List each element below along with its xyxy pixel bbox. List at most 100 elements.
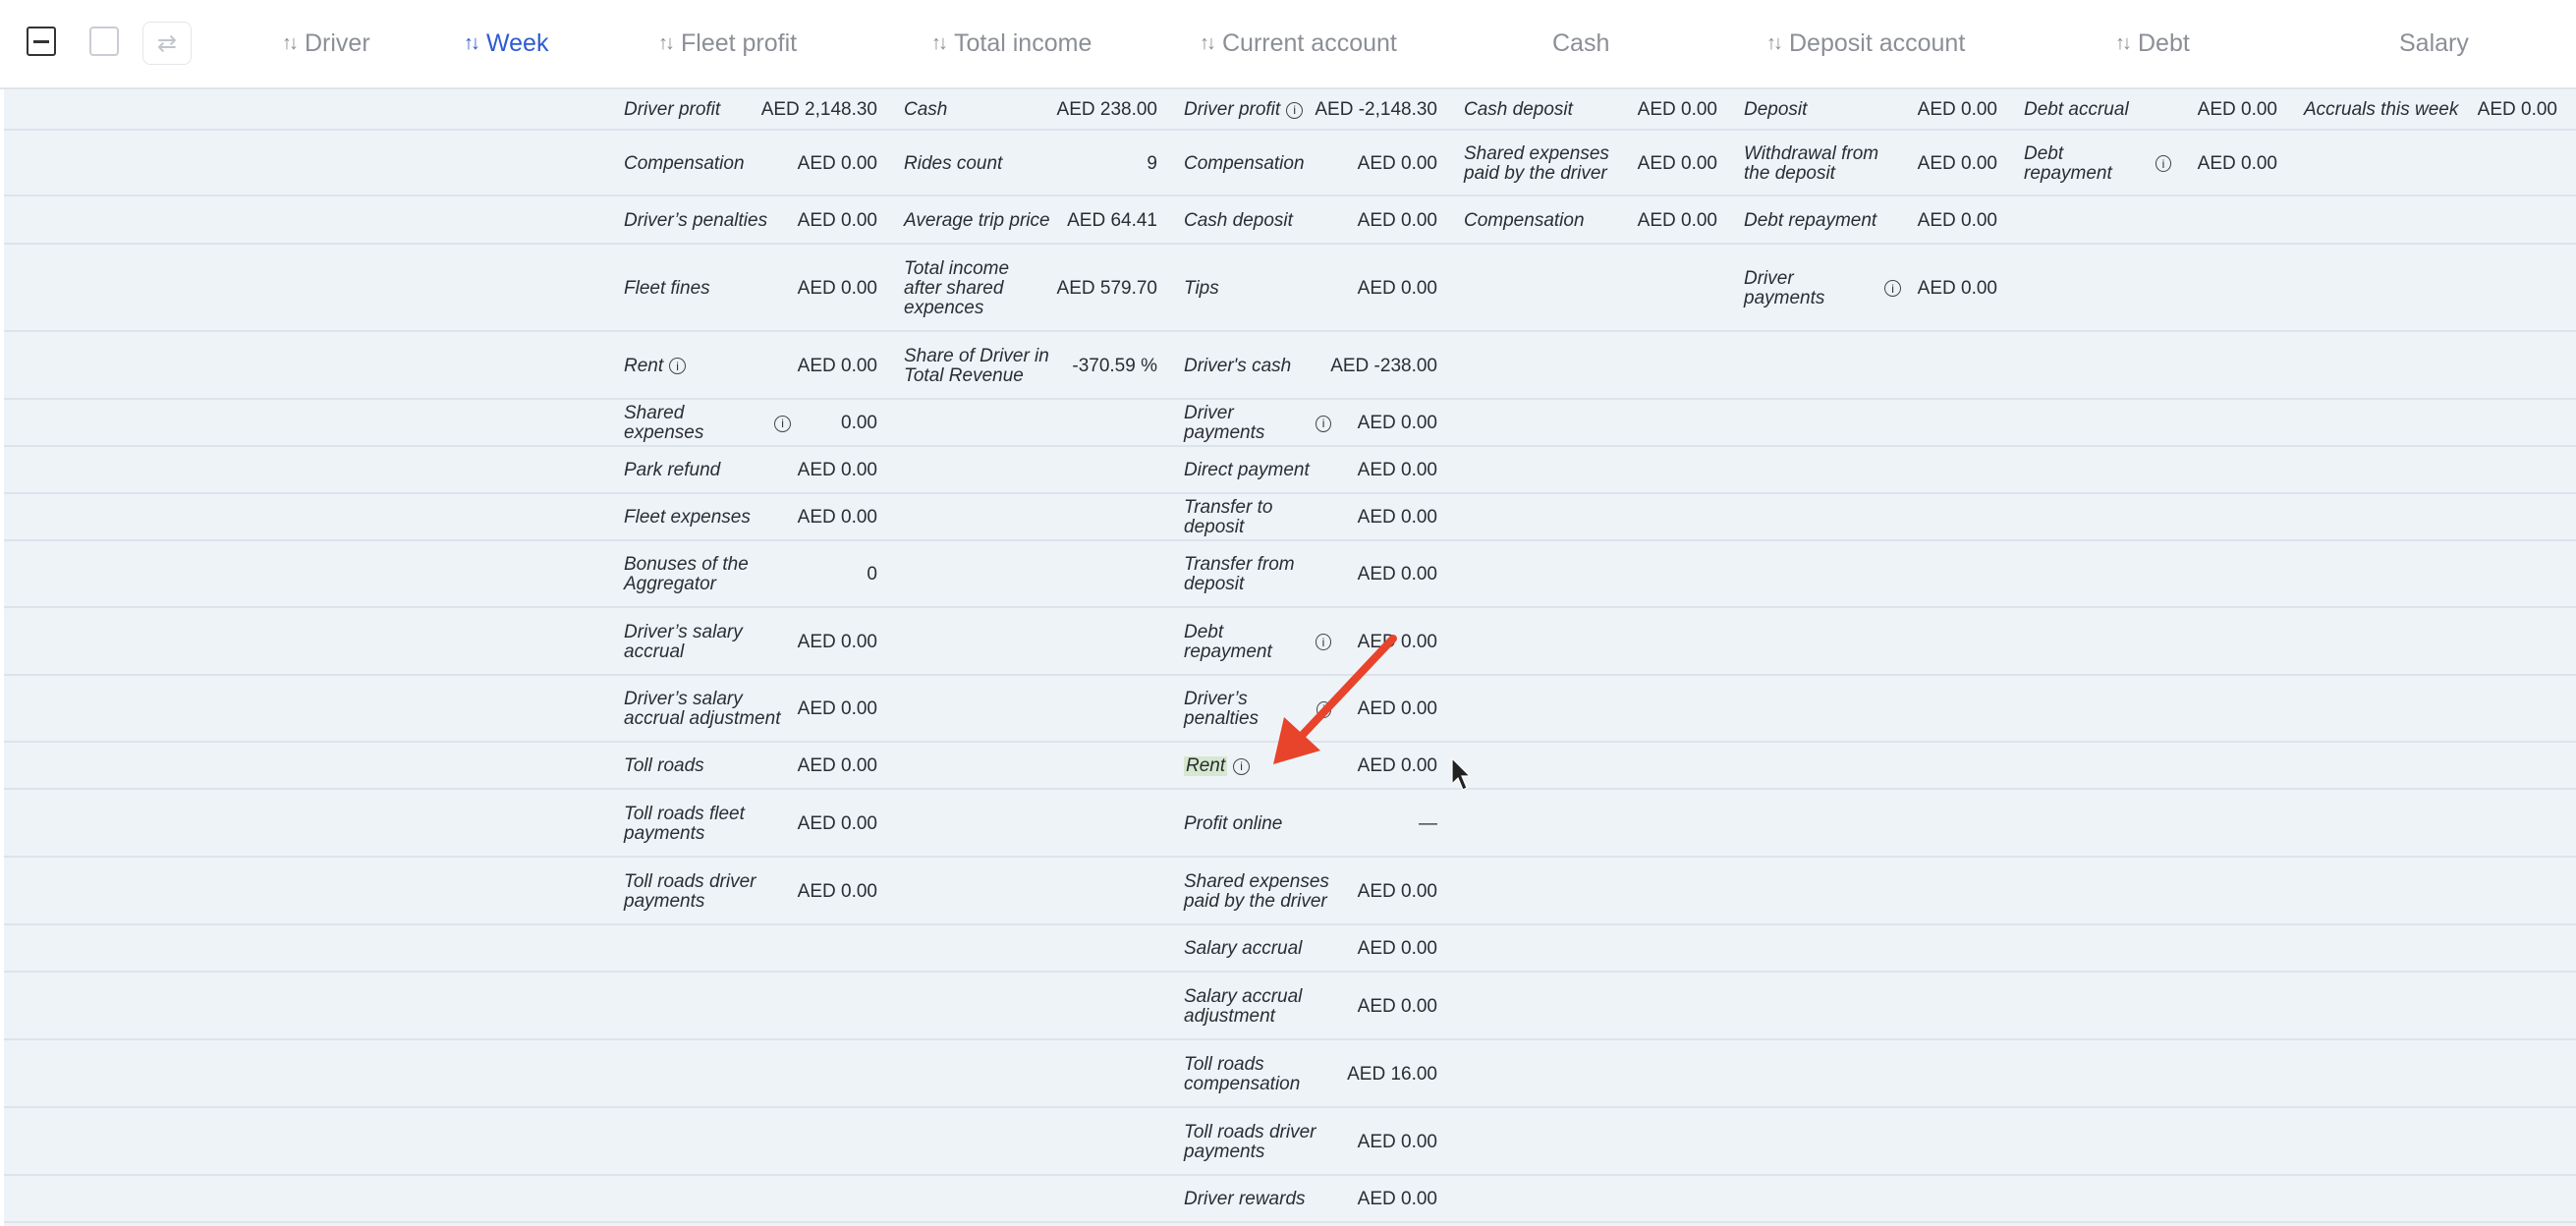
column-header-8[interactable]: Salary — [2399, 0, 2469, 87]
metric-label-text: Transfer from deposit — [1184, 554, 1295, 594]
sort-icon: ↑↓ — [282, 32, 299, 54]
select-all-checkbox[interactable] — [27, 27, 56, 56]
sort-icon: ↑↓ — [658, 32, 675, 54]
metric-label-text: Driver's cash — [1184, 355, 1292, 376]
metric-label-text: Debt repayment — [1184, 621, 1272, 662]
info-icon[interactable]: i — [669, 358, 687, 374]
metric-label-text: Rent — [1184, 755, 1228, 776]
info-icon[interactable]: i — [1233, 757, 1251, 775]
metric-label-text: Driver payments — [1744, 267, 1825, 308]
metric-value: AED 0.00 — [2197, 152, 2277, 174]
metric-value: AED 0.00 — [1917, 152, 1997, 174]
info-icon[interactable]: i — [774, 415, 791, 432]
metric-label-text: Driver’s salary accrual — [624, 621, 743, 662]
total-income-cell: Rides count 9 — [904, 131, 1157, 196]
salary-cell: Accruals this week AED 0.00 — [2304, 89, 2557, 131]
metric-label-text: Cash deposit — [1464, 99, 1573, 120]
column-header-label: Debt — [2138, 29, 2190, 57]
metric-label: Driver’s salary accrual — [624, 621, 791, 662]
column-header-2[interactable]: ↑↓ Fleet profit — [658, 0, 797, 87]
metric-value: AED 0.00 — [1357, 152, 1437, 174]
metric-label: Compensation — [1464, 209, 1585, 231]
metric-label: Compensation — [1184, 153, 1305, 174]
column-header-4[interactable]: ↑↓ Current account — [1200, 0, 1397, 87]
metric-value: AED 0.00 — [797, 812, 877, 834]
current-account-cell: Salary accrual AED 0.00 — [1184, 925, 1437, 973]
metric-label-text: Toll roads compensation — [1184, 1053, 1301, 1094]
total-income-cell: Share of Driver in Total Revenue -370.59 … — [904, 332, 1157, 400]
current-account-cell: Profit online — — [1184, 790, 1437, 858]
column-header-3[interactable]: ↑↓ Total income — [931, 0, 1092, 87]
info-icon[interactable]: i — [2155, 155, 2171, 172]
metric-value: AED 0.00 — [1357, 995, 1437, 1017]
metric-label: Toll roads driver payments — [624, 870, 791, 912]
info-icon[interactable]: i — [1316, 700, 1331, 718]
column-header-0[interactable]: ↑↓ Driver — [282, 0, 370, 87]
metric-label-text: Compensation — [1464, 209, 1585, 231]
metric-label: Salary accrual — [1184, 939, 1302, 959]
column-header-7[interactable]: ↑↓ Debt — [2115, 0, 2190, 87]
column-header-5[interactable]: Cash — [1552, 0, 1609, 87]
cash-cell: Shared expenses paid by the driver AED 0.… — [1464, 131, 1717, 196]
sort-icon: ↑↓ — [1766, 32, 1783, 54]
metric-value: 0.00 — [841, 413, 877, 433]
cash-cell: Compensation AED 0.00 — [1464, 196, 1717, 245]
metric-label: Driver's cash — [1184, 355, 1292, 376]
metric-label-text: Bonuses of the Aggregator — [624, 554, 749, 594]
deposit-account-cell: Debt repayment AED 0.00 — [1744, 196, 1997, 245]
metric-value: AED 0.00 — [2197, 99, 2277, 120]
info-icon[interactable]: i — [1884, 280, 1901, 297]
metric-value: AED 0.00 — [1917, 277, 1997, 299]
metric-value: AED 0.00 — [1357, 564, 1437, 585]
metric-value: AED 0.00 — [1917, 99, 1997, 120]
current-account-cell: Transfer to deposit AED 0.00 — [1184, 494, 1437, 541]
fleet-profit-cell: Driver’s salary accrual adjustment AED 0.… — [624, 676, 877, 743]
info-icon[interactable]: i — [1316, 415, 1331, 432]
metric-value: AED 0.00 — [1357, 1189, 1437, 1209]
info-icon[interactable]: i — [1286, 101, 1304, 119]
current-account-cell: Transfer from deposit AED 0.00 — [1184, 541, 1437, 608]
metric-value: AED 2,148.30 — [760, 99, 877, 120]
metric-value: AED 579.70 — [1056, 277, 1157, 299]
metric-label-text: Direct payment — [1184, 460, 1310, 480]
metric-label: Debt repayment — [1744, 209, 1877, 231]
fleet-profit-cell: Toll roads fleet payments AED 0.00 — [624, 790, 877, 858]
metric-label: Shared expenses paid by the driver — [1464, 143, 1621, 184]
column-header-label: Fleet profit — [681, 29, 798, 57]
metric-label: Direct payment — [1184, 461, 1310, 480]
metric-label-text: Total income after shared expences — [904, 257, 1010, 318]
metric-label-text: Toll roads driver payments — [624, 870, 756, 912]
metric-label-text: Deposit — [1744, 99, 1808, 120]
metric-label: Cash — [904, 100, 947, 120]
metric-label-text: Debt repayment — [2024, 142, 2112, 184]
metric-label: Toll roads — [624, 756, 704, 776]
metric-label: Transfer from deposit — [1184, 555, 1331, 594]
current-account-cell: Driver profit i AED -2,148.30 — [1184, 89, 1437, 131]
metric-value: — — [1419, 812, 1437, 834]
column-header-1[interactable]: ↑↓ Week — [464, 0, 548, 87]
swap-icon[interactable]: ⇄ — [142, 22, 192, 65]
column-header-6[interactable]: ↑↓ Deposit account — [1766, 0, 1965, 87]
metric-label-text: Salary accrual adjustment — [1184, 985, 1303, 1027]
sort-icon: ↑↓ — [1200, 32, 1216, 54]
fleet-profit-cell: Compensation AED 0.00 — [624, 131, 877, 196]
metric-label-text: Debt repayment — [1744, 209, 1877, 231]
metric-value: AED 0.00 — [1357, 1131, 1437, 1152]
metric-label: Driver profit — [624, 100, 720, 120]
row-checkbox[interactable] — [89, 27, 119, 56]
metric-label: Bonuses of the Aggregator — [624, 555, 791, 594]
metric-label: Fleet fines — [624, 278, 710, 299]
metric-value: AED 0.00 — [1637, 99, 1717, 120]
cash-cell: Cash deposit AED 0.00 — [1464, 89, 1717, 131]
metric-value: 9 — [1147, 152, 1157, 174]
column-header-label: Driver — [305, 29, 370, 57]
metric-label: Driver’s salary accrual adjustment — [624, 690, 791, 729]
fleet-profit-cell: Toll roads driver payments AED 0.00 — [624, 858, 877, 925]
metric-label: Compensation — [624, 153, 745, 174]
current-account-cell: Debt repayment i AED 0.00 — [1184, 608, 1437, 676]
metric-label-text: Shared expenses paid by the driver — [1184, 870, 1329, 912]
metric-label-text: Fleet expenses — [624, 507, 751, 528]
info-icon[interactable]: i — [1315, 634, 1331, 650]
metric-label-text: Driver rewards — [1184, 1189, 1306, 1209]
total-income-cell: Total income after shared expences AED 57… — [904, 245, 1157, 332]
